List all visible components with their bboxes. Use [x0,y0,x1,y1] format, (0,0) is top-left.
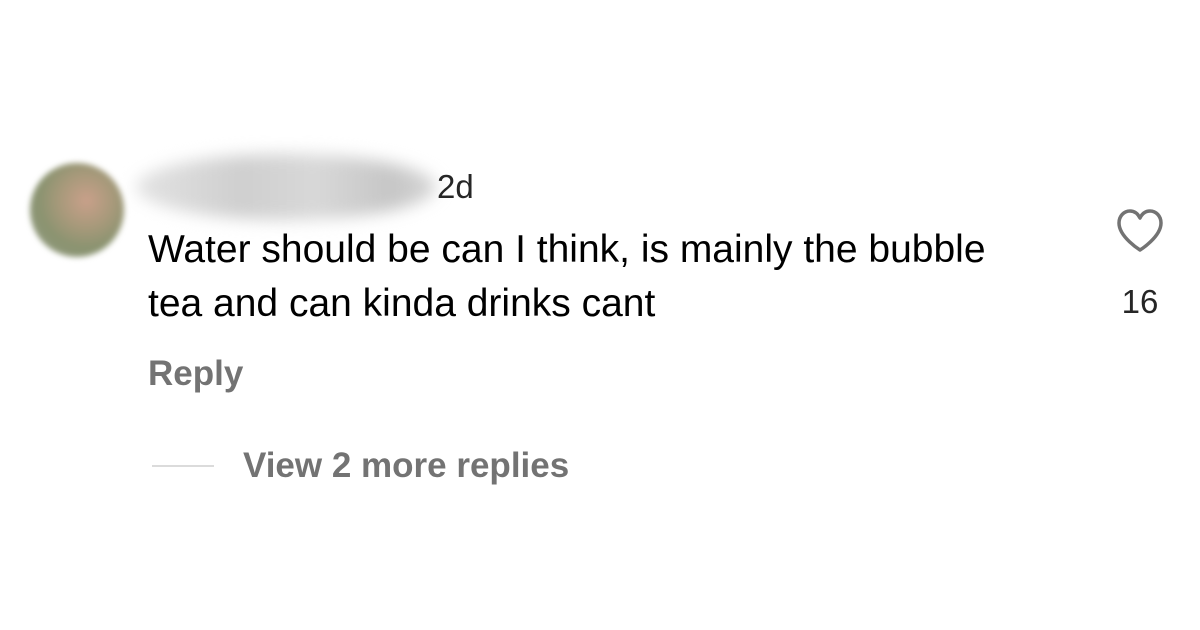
like-count: 16 [1121,283,1159,320]
username-redacted[interactable] [136,154,436,220]
comment-timestamp: 2d [437,168,474,205]
reply-button[interactable]: Reply [148,353,243,395]
comment-text: Water should be can I think, is mainly t… [148,228,986,325]
avatar[interactable] [30,163,124,257]
heart-icon[interactable] [1115,208,1165,254]
view-more-replies-button[interactable]: View 2 more replies [243,445,569,487]
replies-divider [152,465,214,467]
